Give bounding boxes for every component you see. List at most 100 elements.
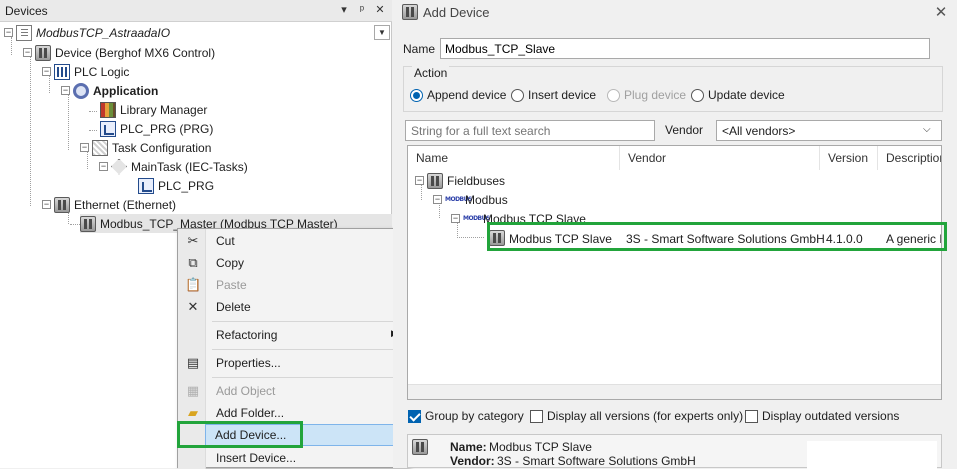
column-header-description[interactable]: Description xyxy=(878,146,941,170)
application-gear-icon xyxy=(73,82,89,99)
search-input[interactable] xyxy=(405,120,655,141)
name-field[interactable] xyxy=(440,38,930,59)
checkbox[interactable] xyxy=(745,409,758,423)
radio-append-device[interactable]: Append device xyxy=(410,88,506,102)
tree-item-label: Library Manager xyxy=(120,102,208,117)
program-call-icon xyxy=(138,177,154,194)
radio-update-device[interactable]: Update device xyxy=(691,88,785,102)
checkbox-display-all-versions[interactable]: Display all versions (for experts only) xyxy=(530,409,743,423)
collapse-icon[interactable]: − xyxy=(415,176,424,185)
chevron-down-icon[interactable]: ⌵ xyxy=(923,124,931,135)
tree-item-task-configuration[interactable]: − Task Configuration xyxy=(80,138,211,157)
checkbox[interactable] xyxy=(530,409,543,423)
tree-item-label: ModbusTCP_AstraadaIO xyxy=(36,25,171,40)
menu-item-paste[interactable]: 📋 Paste xyxy=(179,274,407,296)
checkbox-label: Display all versions (for experts only) xyxy=(547,409,744,423)
fieldbus-device-icon xyxy=(427,172,443,189)
menu-item-label: Insert Device... xyxy=(216,451,297,465)
tree-item-library-manager[interactable]: Library Manager xyxy=(100,100,207,119)
checkbox[interactable] xyxy=(408,409,421,423)
copy-icon: ⧉ xyxy=(188,255,198,270)
menu-item-copy[interactable]: ⧉ Copy xyxy=(179,252,407,274)
tree-item-application[interactable]: − Application xyxy=(61,81,158,100)
menu-item-insert-device[interactable]: Insert Device... xyxy=(179,447,407,469)
dropdown-arrow-icon[interactable]: ▾ xyxy=(337,3,351,17)
tree-item-label: PLC Logic xyxy=(74,64,130,79)
highlight-box-add-device xyxy=(177,421,303,448)
collapse-icon[interactable]: − xyxy=(42,67,51,76)
task-configuration-icon xyxy=(92,139,108,156)
radio-button[interactable] xyxy=(410,88,423,102)
horizontal-scrollbar[interactable] xyxy=(408,384,941,399)
add-device-window-icon xyxy=(402,4,418,20)
collapse-icon[interactable]: − xyxy=(42,200,51,209)
tree-item-project[interactable]: − ModbusTCP_AstraadaIO xyxy=(4,23,170,42)
library-books-icon xyxy=(100,101,116,118)
ethernet-device-icon xyxy=(54,196,70,213)
close-icon[interactable]: ✕ xyxy=(373,3,387,17)
tree-item-plc-prg-call[interactable]: PLC_PRG xyxy=(138,176,214,195)
radio-button[interactable] xyxy=(511,88,524,102)
tree-item-label: PLC_PRG (PRG) xyxy=(120,121,214,136)
checkbox-group-by-category[interactable]: Group by category xyxy=(408,409,524,423)
radio-button[interactable] xyxy=(607,88,620,102)
vendor-label: Vendor xyxy=(665,123,704,137)
close-icon[interactable]: ✕ xyxy=(932,3,950,21)
tree-item-label: Ethernet (Ethernet) xyxy=(74,197,177,212)
column-header-vendor[interactable]: Vendor xyxy=(620,146,820,170)
radio-insert-device[interactable]: Insert device xyxy=(511,88,596,102)
info-device-icon xyxy=(412,439,428,455)
collapse-icon[interactable]: − xyxy=(4,28,13,37)
modbus-master-device-icon xyxy=(80,215,96,232)
collapse-icon[interactable]: − xyxy=(99,162,108,171)
plc-logic-icon xyxy=(54,63,70,80)
collapse-icon[interactable]: − xyxy=(23,48,32,57)
action-label: Action xyxy=(412,66,450,80)
tree-line xyxy=(459,237,484,238)
devices-title: Devices xyxy=(5,4,48,18)
radio-label: Append device xyxy=(427,88,507,102)
tree-item-ethernet[interactable]: − Ethernet (Ethernet) xyxy=(42,195,176,214)
collapse-icon[interactable]: − xyxy=(433,195,442,204)
device-icon xyxy=(35,44,51,61)
collapse-icon[interactable]: − xyxy=(80,143,89,152)
column-header-version[interactable]: Version xyxy=(820,146,878,170)
column-header-name[interactable]: Name xyxy=(408,146,620,170)
info-name-value: Modbus TCP Slave xyxy=(489,440,592,454)
tree-item-device[interactable]: − Device (Berghof MX6 Control) xyxy=(23,43,215,62)
cut-icon: ✂ xyxy=(187,233,199,248)
folder-icon: ▰ xyxy=(188,405,198,420)
tree-line xyxy=(68,94,69,150)
menu-separator xyxy=(212,349,404,350)
highlight-box-device-row xyxy=(487,222,947,251)
menu-item-delete[interactable]: ✕ Delete xyxy=(179,296,407,318)
radio-plug-device[interactable]: Plug device xyxy=(607,88,686,102)
tree-item-plc-prg[interactable]: PLC_PRG (PRG) xyxy=(100,119,213,138)
menu-item-label: Refactoring xyxy=(216,328,278,342)
pin-icon[interactable]: ᵖ xyxy=(355,3,369,17)
tree-item-maintask[interactable]: − MainTask (IEC-Tasks) xyxy=(99,157,248,176)
collapse-icon[interactable]: − xyxy=(61,86,70,95)
category-modbus[interactable]: − MODBUS Modbus xyxy=(433,190,508,209)
device-info-panel: Name: Modbus TCP Slave Vendor: 3S - Smar… xyxy=(407,434,942,469)
menu-item-cut[interactable]: ✂ Cut xyxy=(179,230,407,252)
menu-item-add-object[interactable]: ▦ Add Object xyxy=(179,380,407,402)
menu-item-refactoring[interactable]: Refactoring ▶ xyxy=(179,324,407,346)
tree-item-plc-logic[interactable]: − PLC Logic xyxy=(42,62,129,81)
tree-item-label: Task Configuration xyxy=(112,140,212,155)
checkbox-label: Display outdated versions xyxy=(762,409,900,423)
category-fieldbuses[interactable]: − Fieldbuses xyxy=(415,171,505,190)
menu-item-properties[interactable]: ▤ Properties... xyxy=(179,352,407,374)
device-image-area xyxy=(807,441,937,469)
tree-item-label: Modbus xyxy=(465,192,508,207)
radio-button[interactable] xyxy=(691,88,704,102)
radio-label: Update device xyxy=(708,88,785,102)
vendor-select[interactable]: <All vendors> xyxy=(716,120,942,141)
window-title: Add Device xyxy=(423,5,490,20)
tree-line xyxy=(89,111,97,112)
radio-label: Plug device xyxy=(624,88,687,102)
menu-item-label: Delete xyxy=(216,300,251,314)
collapse-icon[interactable]: − xyxy=(451,214,460,223)
checkbox-display-outdated-versions[interactable]: Display outdated versions xyxy=(745,409,899,423)
devices-dropdown-button[interactable]: ▼ xyxy=(374,25,390,40)
